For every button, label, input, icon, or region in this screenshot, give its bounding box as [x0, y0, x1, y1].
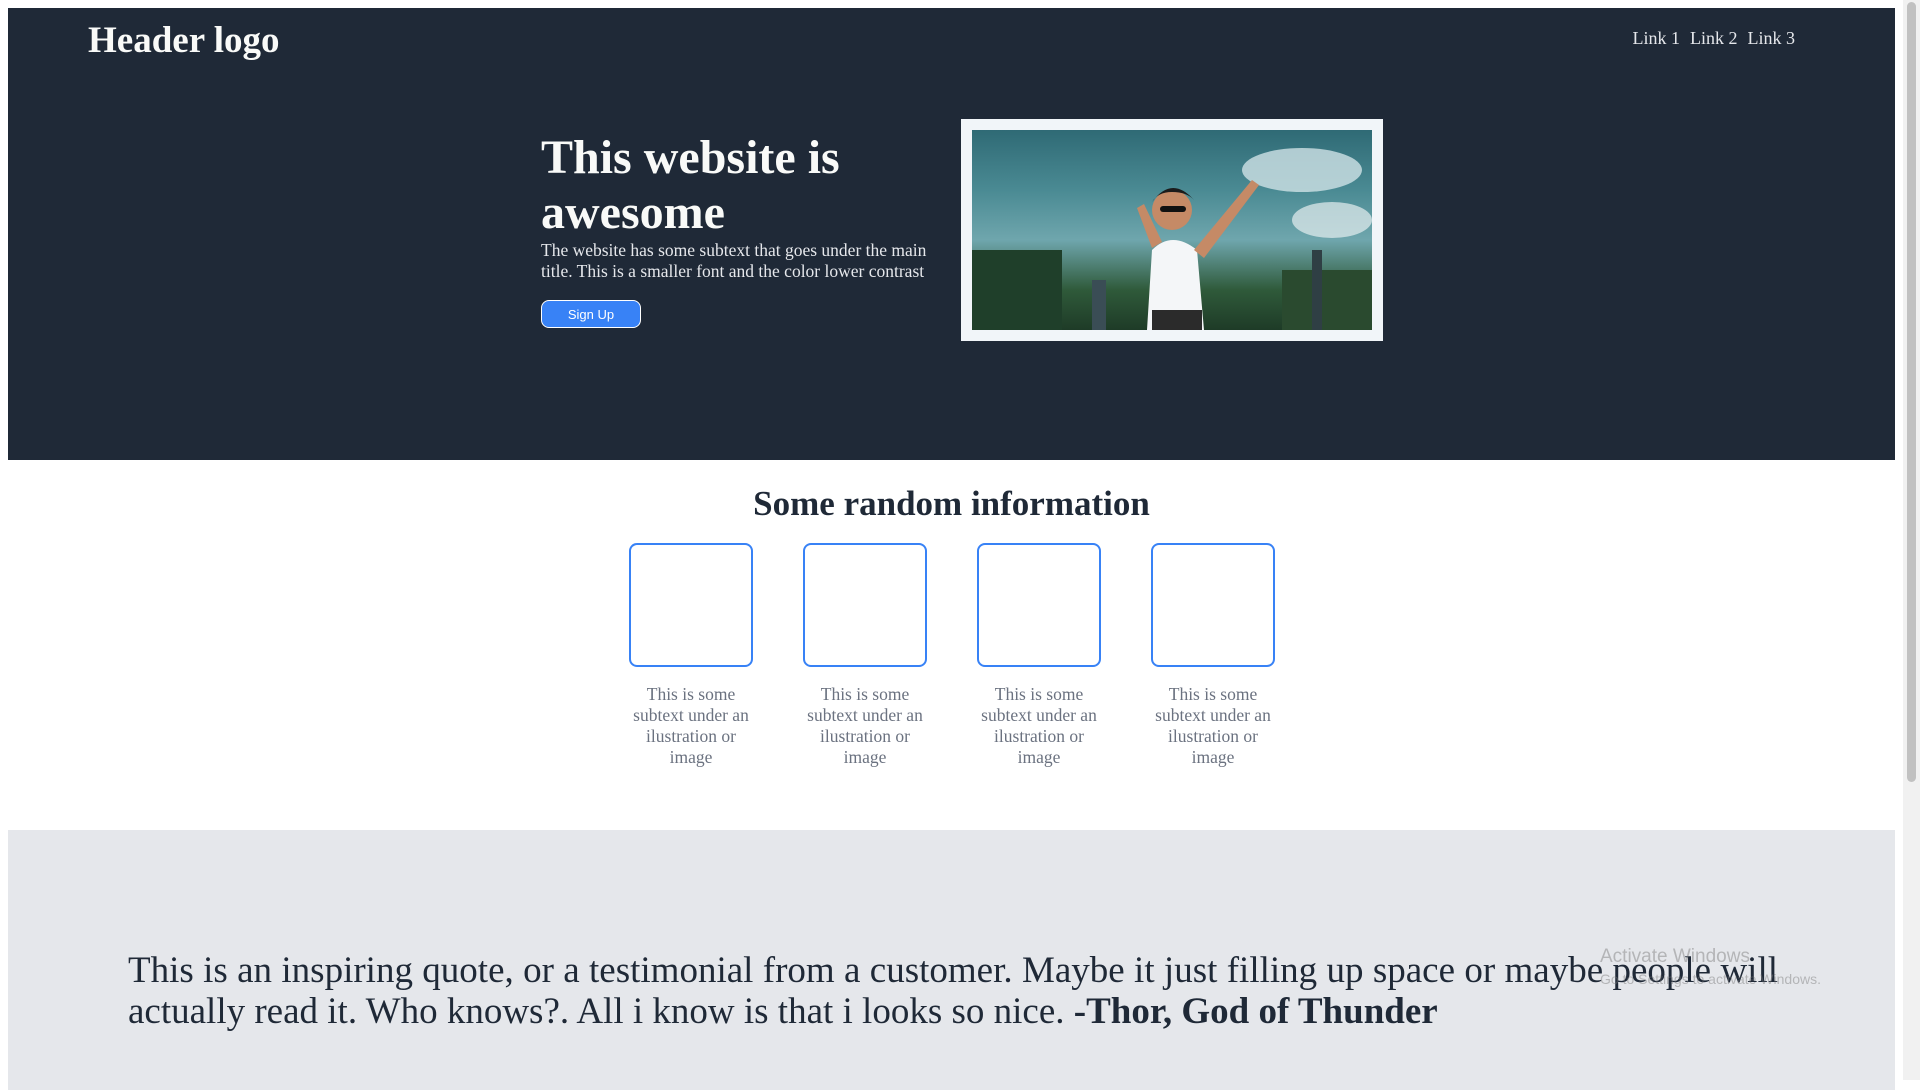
sign-up-button[interactable]: Sign Up: [541, 300, 641, 328]
hero-image: [961, 119, 1383, 341]
nav-link-2[interactable]: Link 2: [1690, 28, 1738, 49]
info-card: This is some subtext under an ilustratio…: [1151, 543, 1275, 768]
nav-link-1[interactable]: Link 1: [1633, 28, 1681, 49]
scrollbar-thumb[interactable]: [1907, 2, 1916, 782]
activation-watermark: Activate Windows Go to Settings to activ…: [1600, 946, 1821, 990]
info-card: This is some subtext under an ilustratio…: [803, 543, 927, 768]
card-subtext: This is some subtext under an ilustratio…: [807, 684, 923, 767]
quote-author: -Thor, God of Thunder: [1073, 991, 1438, 1032]
card-list: This is some subtext under an ilustratio…: [629, 543, 1275, 768]
header-nav: Link 1 Link 2 Link 3: [1633, 28, 1796, 49]
nav-link-3[interactable]: Link 3: [1748, 28, 1796, 49]
quote-text: This is an inspiring quote, or a testimo…: [128, 950, 1778, 1032]
vertical-scrollbar[interactable]: [1903, 0, 1920, 1080]
card-image-placeholder: [629, 543, 753, 667]
card-image-placeholder: [803, 543, 927, 667]
testimonial-quote: This is an inspiring quote, or a testimo…: [128, 950, 1778, 1032]
info-section: Some random information This is some sub…: [8, 460, 1895, 830]
watermark-title: Activate Windows: [1600, 946, 1750, 967]
info-card: This is some subtext under an ilustratio…: [977, 543, 1101, 768]
hero-text: This website is awesome The website has …: [541, 130, 951, 328]
info-title: Some random information: [753, 484, 1150, 523]
hero-section: Header logo Link 1 Link 2 Link 3 This we…: [8, 8, 1895, 460]
header-logo[interactable]: Header logo: [88, 19, 280, 62]
card-subtext: This is some subtext under an ilustratio…: [981, 684, 1097, 767]
card-image-placeholder: [977, 543, 1101, 667]
info-card: This is some subtext under an ilustratio…: [629, 543, 753, 768]
page: Header logo Link 1 Link 2 Link 3 This we…: [8, 8, 1895, 1090]
card-subtext: This is some subtext under an ilustratio…: [633, 684, 749, 767]
hero-title: This website is awesome: [541, 131, 840, 239]
card-subtext: This is some subtext under an ilustratio…: [1155, 684, 1271, 767]
card-image-placeholder: [1151, 543, 1275, 667]
hero-subtext: The website has some subtext that goes u…: [541, 240, 927, 281]
watermark-subtitle: Go to Settings to activate Windows.: [1600, 971, 1821, 987]
hero-photo-illustration: [972, 148, 1372, 330]
